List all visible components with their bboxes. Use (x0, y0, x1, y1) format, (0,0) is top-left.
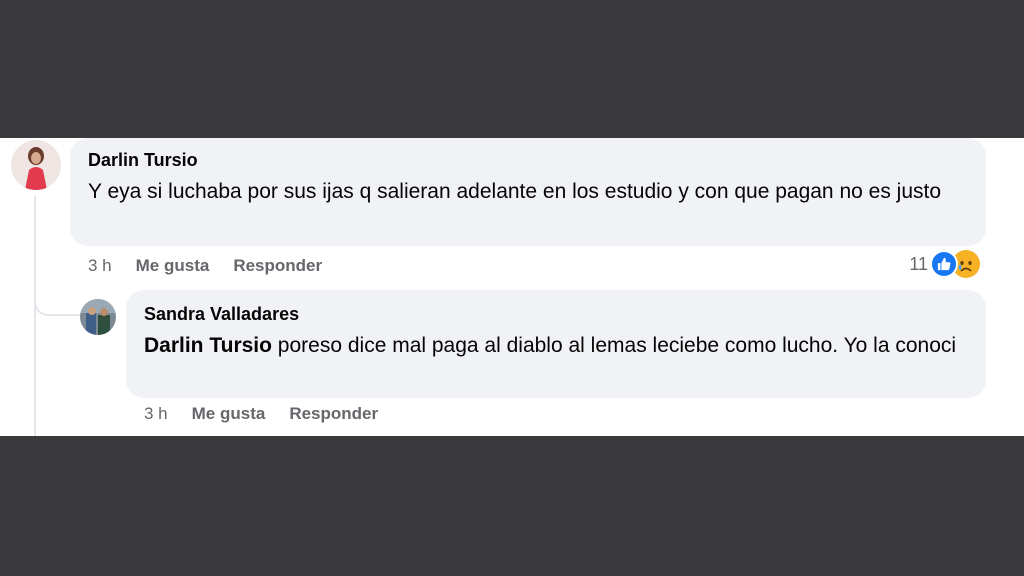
comment-timestamp[interactable]: 3 h (88, 256, 112, 276)
comment-text: Y eya si luchaba por sus ijas q salieran… (88, 180, 942, 203)
reply-button[interactable]: Responder (233, 256, 322, 276)
comment-author[interactable]: Darlin Tursio (88, 150, 968, 171)
letterbox-top (0, 0, 1024, 138)
like-button[interactable]: Me gusta (136, 256, 210, 276)
reply-body: poreso dice mal paga al diablo al lemas … (271, 334, 957, 357)
avatar[interactable] (11, 140, 61, 190)
reaction-summary[interactable]: 11 (909, 250, 980, 278)
thread-line (34, 196, 36, 436)
letterbox-bottom (0, 436, 1024, 576)
reply-actions: 3 h Me gusta Responder (144, 404, 378, 424)
mention-link[interactable]: Darlin Tursio (144, 334, 272, 357)
comment-actions: 3 h Me gusta Responder (88, 256, 322, 276)
like-icon (930, 250, 958, 278)
reply-timestamp[interactable]: 3 h (144, 404, 168, 424)
reply-text: Darlin Tursio poreso dice mal paga al di… (144, 331, 968, 361)
comment-bubble: Darlin Tursio Y eya si luchaba por sus i… (70, 138, 986, 246)
reaction-count: 11 (909, 253, 928, 274)
comments-panel: Darlin Tursio Y eya si luchaba por sus i… (0, 138, 1024, 436)
reply-button[interactable]: Responder (289, 404, 378, 424)
like-button[interactable]: Me gusta (192, 404, 266, 424)
avatar[interactable] (80, 299, 116, 335)
thread-connector (34, 278, 80, 316)
reply-author[interactable]: Sandra Valladares (144, 304, 968, 325)
reply-bubble: Sandra Valladares Darlin Tursio poreso d… (126, 290, 986, 398)
